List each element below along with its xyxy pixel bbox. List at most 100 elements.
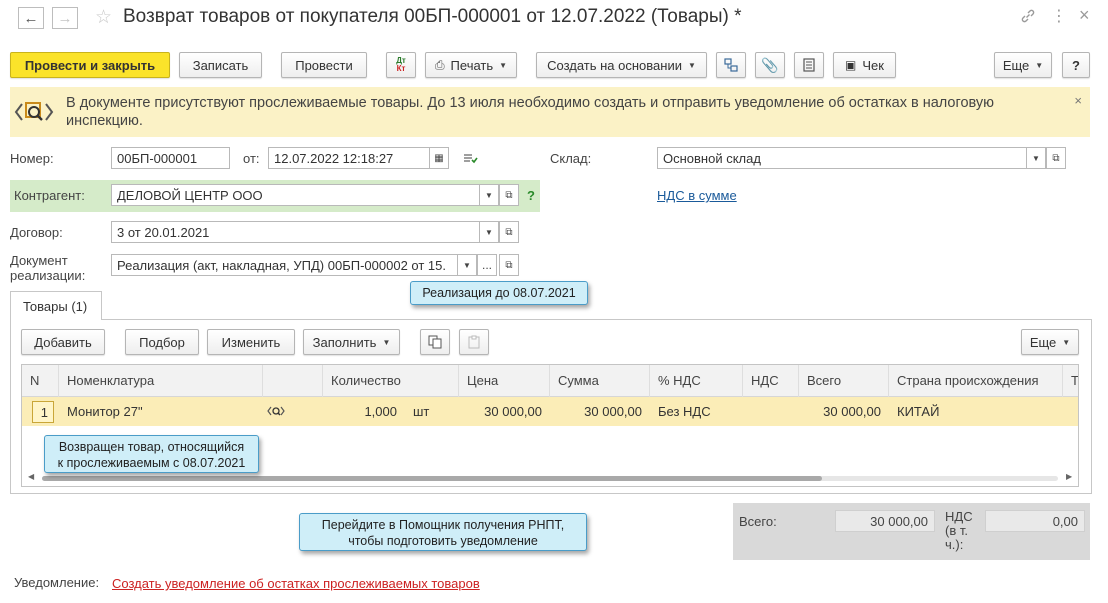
caret-down-icon: ▼ [687, 60, 696, 70]
create-notification-link[interactable]: Создать уведомление об остатках прослежи… [112, 576, 480, 591]
callout-sales-date: Реализация до 08.07.2021 [410, 281, 588, 305]
counterparty-dropdown-button[interactable]: ▼ [479, 184, 499, 206]
vat-in-sum-link[interactable]: НДС в сумме [657, 188, 737, 203]
add-row-button[interactable]: Добавить [21, 329, 105, 355]
document-list-button[interactable] [794, 52, 824, 78]
vat-total-label-line1: НДС [945, 509, 973, 524]
post-button[interactable]: Провести [281, 52, 367, 78]
column-header-trace[interactable] [263, 365, 323, 397]
column-header-sum[interactable]: Сумма [550, 365, 650, 397]
date-label: от: [243, 151, 260, 166]
receipt-label: Чек [862, 57, 884, 73]
column-header-n[interactable]: N [22, 365, 59, 397]
dt-kt-icon-bottom: Кт [396, 64, 406, 73]
cell-vat[interactable] [743, 397, 799, 426]
total-label: Всего: [739, 514, 777, 529]
column-header-item[interactable]: Номенклатура [59, 365, 263, 397]
fill-button[interactable]: Заполнить ▼ [303, 329, 400, 355]
number-field[interactable]: 00БП-000001 [111, 147, 230, 169]
cell-total[interactable]: 30 000,00 [799, 397, 889, 426]
paste-rows-button[interactable] [459, 329, 489, 355]
scroll-right-icon[interactable]: ▶ [1066, 472, 1072, 481]
contract-dropdown-button[interactable]: ▼ [479, 221, 499, 243]
warehouse-dropdown-button[interactable]: ▼ [1026, 147, 1046, 169]
warehouse-label: Склад: [550, 151, 592, 166]
contract-field[interactable]: 3 от 20.01.2021 [111, 221, 480, 243]
edit-row-button[interactable]: Изменить [207, 329, 295, 355]
forward-button[interactable]: → [52, 7, 78, 29]
column-header-quantity[interactable]: Количество [323, 365, 459, 397]
contract-open-button[interactable]: ⧉ [499, 221, 519, 243]
caret-down-icon: ▼ [1032, 153, 1040, 163]
post-and-close-button[interactable]: Провести и закрыть [10, 52, 170, 78]
sales-document-open-button[interactable]: ⧉ [499, 254, 519, 276]
notification-label: Уведомление: [14, 575, 100, 590]
help-button[interactable]: ? [1062, 52, 1090, 78]
table-more-button[interactable]: Еще ▼ [1021, 329, 1079, 355]
column-header-next[interactable]: Т [1063, 365, 1078, 397]
vat-total-label-line2: (в т. [945, 523, 968, 538]
notice-text: В документе присутствуют прослеживаемые … [66, 95, 995, 129]
column-header-country[interactable]: Страна происхождения [889, 365, 1063, 397]
calendar-icon: ▦ [434, 152, 444, 164]
tab-goods[interactable]: Товары (1) [10, 291, 102, 320]
back-button[interactable]: ← [18, 7, 44, 29]
number-settings-icon[interactable] [462, 151, 478, 168]
save-button[interactable]: Записать [179, 52, 262, 78]
favorite-star-icon[interactable]: ☆ [95, 6, 112, 29]
cell-country[interactable]: КИТАЙ [889, 397, 1063, 426]
column-header-vat-rate[interactable]: % НДС [650, 365, 743, 397]
calendar-button[interactable]: ▦ [429, 147, 449, 169]
counterparty-open-button[interactable]: ⧉ [499, 184, 519, 206]
contract-label: Договор: [10, 225, 63, 240]
table-row[interactable]: Монитор 27" 1,000 шт 30 000,00 30 000,00… [22, 397, 1078, 426]
counterparty-label: Контрагент: [14, 188, 85, 203]
close-icon[interactable]: × [1079, 5, 1090, 26]
link-icon[interactable] [1020, 8, 1036, 28]
warehouse-field[interactable]: Основной склад [657, 147, 1027, 169]
print-button[interactable]: ⎙ Печать ▼ [425, 52, 517, 78]
sales-document-dropdown-button[interactable]: ▼ [457, 254, 477, 276]
open-icon: ⧉ [505, 189, 513, 201]
counterparty-help-icon[interactable]: ? [527, 188, 535, 203]
column-header-vat[interactable]: НДС [743, 365, 799, 397]
more-button[interactable]: Еще ▼ [994, 52, 1052, 78]
scroll-left-icon[interactable]: ◀ [28, 472, 34, 481]
print-label: Печать [450, 57, 494, 73]
callout-returned-line1: Возвращен товар, относящийся [58, 440, 245, 454]
cell-quantity[interactable]: 1,000 [323, 397, 405, 426]
attach-button[interactable]: 📎 [755, 52, 785, 78]
caret-down-icon: ▼ [485, 190, 493, 200]
open-icon: ⧉ [505, 259, 513, 271]
create-based-on-button[interactable]: Создать на основании ▼ [536, 52, 707, 78]
cash-register-icon: ▣ [845, 58, 857, 72]
cell-item[interactable]: Монитор 27" [59, 397, 263, 426]
open-icon: ⧉ [1052, 152, 1060, 164]
dt-kt-button[interactable]: Дт Кт [386, 52, 416, 78]
vat-total-label-line3: ч.): [945, 537, 964, 552]
receipt-button[interactable]: ▣ Чек [833, 52, 896, 78]
caret-down-icon: ▼ [463, 260, 471, 270]
cell-price[interactable]: 30 000,00 [459, 397, 550, 426]
vat-total-label: НДС (в т. ч.): [945, 510, 973, 552]
close-notice-icon[interactable]: × [1074, 93, 1082, 108]
structure-button[interactable] [716, 52, 746, 78]
arrow-right-icon: → [57, 9, 73, 27]
sales-document-select-button[interactable]: ... [477, 254, 497, 276]
more-vertical-icon[interactable]: ⋮ [1051, 6, 1067, 26]
cell-vat-rate[interactable]: Без НДС [650, 397, 743, 426]
sales-document-field[interactable]: Реализация (акт, накладная, УПД) 00БП-00… [111, 254, 458, 276]
warehouse-open-button[interactable]: ⧉ [1046, 147, 1066, 169]
cell-sum[interactable]: 30 000,00 [550, 397, 650, 426]
table-header: N Номенклатура Количество Цена Сумма % Н… [22, 365, 1078, 397]
column-header-total[interactable]: Всего [799, 365, 889, 397]
copy-rows-button[interactable] [420, 329, 450, 355]
pick-button[interactable]: Подбор [125, 329, 199, 355]
cell-trace[interactable] [263, 397, 323, 426]
column-header-price[interactable]: Цена [459, 365, 550, 397]
counterparty-field[interactable]: ДЕЛОВОЙ ЦЕНТР ООО [111, 184, 480, 206]
date-field[interactable]: 12.07.2022 12:18:27 [268, 147, 430, 169]
cell-n[interactable]: 1 [32, 401, 54, 423]
scroll-thumb[interactable] [42, 476, 822, 481]
cell-unit[interactable]: шт [405, 397, 459, 426]
